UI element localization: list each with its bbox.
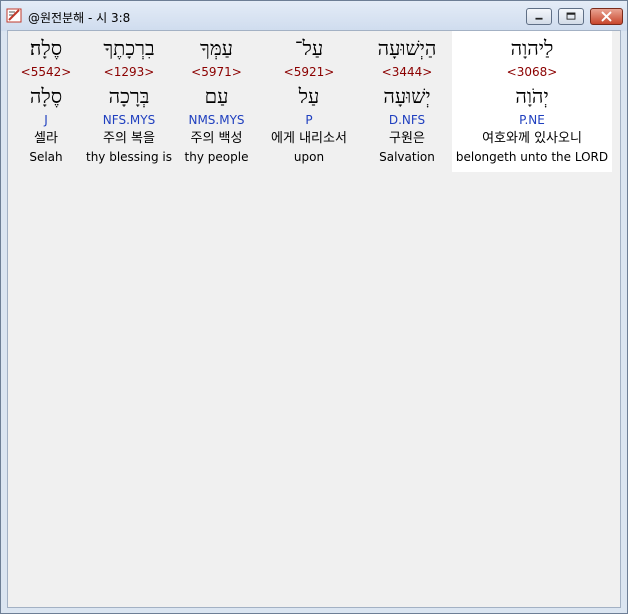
hebrew-word: עַמְּךָ xyxy=(200,36,233,60)
strong-number[interactable]: <3068> xyxy=(452,65,612,79)
english-gloss: Salvation xyxy=(379,150,435,164)
verse-analysis-panel: סֶלָה׃ <5542> סֶלָה J 셀라 Selah בִרְכָתֶך… xyxy=(7,30,621,608)
word-column[interactable]: עַמְּךָ <5971> עַם NMS.MYS 주의 백성 thy peo… xyxy=(177,31,256,172)
hebrew-word: הַיְשׁוּעָה xyxy=(377,36,437,60)
hebrew-lemma: בְּרָכָה xyxy=(108,84,150,108)
maximize-button[interactable] xyxy=(558,8,584,25)
morphology-code: D.NFS xyxy=(388,113,426,127)
english-gloss: thy blessing is xyxy=(85,150,173,164)
word-column[interactable]: בִרְכָתֶךָ <1293> בְּרָכָה NFS.MYS 주의 복을… xyxy=(81,31,177,172)
maximize-icon xyxy=(566,12,576,20)
title-bar[interactable]: @원전분해 - 시 3:8 xyxy=(1,1,627,31)
close-icon xyxy=(601,11,612,22)
english-gloss: Selah xyxy=(29,150,63,164)
hebrew-word: בִרְכָתֶךָ xyxy=(103,36,155,60)
korean-gloss: 주의 백성 xyxy=(190,131,243,146)
word-column[interactable]: סֶלָה׃ <5542> סֶלָה J 셀라 Selah xyxy=(11,31,81,172)
korean-gloss: 주의 복을 xyxy=(103,131,155,146)
hebrew-word: סֶלָה׃ xyxy=(29,36,63,60)
hebrew-lemma: יְהֹוָה xyxy=(515,84,549,108)
minimize-icon xyxy=(535,17,543,20)
korean-gloss: 에게 내리소서 xyxy=(271,131,347,146)
word-column[interactable]: עַל־ <5921> עַל P 에게 내리소서 upon xyxy=(256,31,362,172)
morphology-code: NMS.MYS xyxy=(188,113,245,127)
close-button[interactable] xyxy=(590,8,623,25)
morphology-code: P xyxy=(305,113,313,127)
word-analysis-row: סֶלָה׃ <5542> סֶלָה J 셀라 Selah בִרְכָתֶך… xyxy=(8,31,612,172)
hebrew-word: עַל־ xyxy=(294,36,324,60)
morphology-code: NFS.MYS xyxy=(102,113,156,127)
english-gloss: upon xyxy=(293,150,325,164)
word-column[interactable]: הַיְשׁוּעָה <3444> יְשׁוּעָה D.NFS 구원은 S… xyxy=(362,31,452,172)
strong-number[interactable]: <1293> xyxy=(81,65,177,79)
app-window: @원전분해 - 시 3:8 סֶלָה׃ <5542> סֶלָה J 셀라 S… xyxy=(0,0,628,614)
strong-number[interactable]: <3444> xyxy=(362,65,452,79)
morphology-code: J xyxy=(44,113,48,127)
english-gloss: thy people xyxy=(184,150,249,164)
strong-number[interactable]: <5971> xyxy=(177,65,256,79)
strong-number[interactable]: <5921> xyxy=(256,65,362,79)
minimize-button[interactable] xyxy=(526,8,552,25)
english-gloss: belongeth unto the LORD xyxy=(455,150,609,164)
app-icon xyxy=(6,8,22,23)
hebrew-word: לַיהוָה xyxy=(510,36,554,60)
window-title: @원전분해 - 시 3:8 xyxy=(28,11,131,25)
strong-number[interactable]: <5542> xyxy=(11,65,81,79)
hebrew-lemma: עַל xyxy=(298,84,320,108)
hebrew-lemma: סֶלָה xyxy=(29,84,63,108)
word-column-selected[interactable]: לַיהוָה <3068> יְהֹוָה P.NE 여호와께 있사오니 be… xyxy=(452,31,612,172)
hebrew-lemma: עַם xyxy=(204,84,229,108)
korean-gloss: 구원은 xyxy=(389,131,425,146)
morphology-code: P.NE xyxy=(519,113,545,127)
hebrew-lemma: יְשׁוּעָה xyxy=(383,84,431,108)
korean-gloss: 여호와께 있사오니 xyxy=(482,131,582,146)
korean-gloss: 셀라 xyxy=(34,131,58,146)
